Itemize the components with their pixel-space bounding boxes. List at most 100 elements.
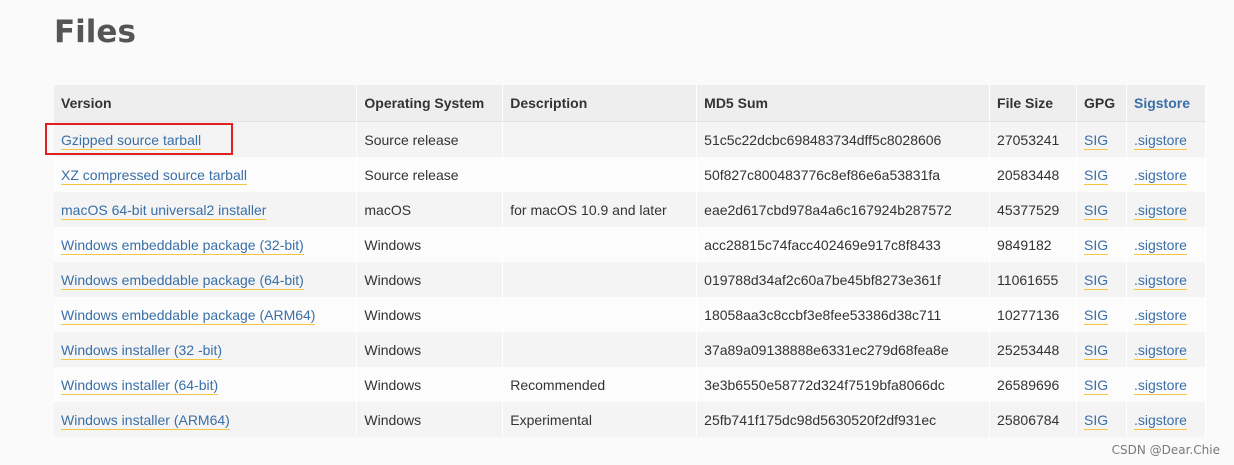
version-cell: Windows installer (ARM64) <box>54 402 358 437</box>
version-link[interactable]: Windows installer (64-bit) <box>61 376 219 395</box>
gpg-sig-link[interactable]: SIG <box>1084 376 1109 395</box>
version-link[interactable]: Windows installer (ARM64) <box>61 411 230 430</box>
md5-cell: 51c5c22dcbc698483734dff5c8028606 <box>704 131 942 148</box>
sigstore-cell: .sigstore <box>1126 367 1207 402</box>
gpg-cell: SIG <box>1076 297 1127 332</box>
sigstore-link[interactable]: .sigstore <box>1133 411 1187 430</box>
version-link[interactable]: Windows embeddable package (64-bit) <box>61 271 304 290</box>
md5-cell: 37a89a09138888e6331ec279d68fea8e <box>704 341 949 358</box>
header-sigstore: Sigstore <box>1126 85 1207 122</box>
table-row: Windows embeddable package (64-bit) Windo… <box>54 262 1207 297</box>
sigstore-link[interactable]: .sigstore <box>1133 271 1187 290</box>
description-cell <box>502 332 698 367</box>
size-cell: 45377529 <box>989 192 1077 227</box>
gpg-sig-link[interactable]: SIG <box>1084 341 1109 360</box>
table-row: Windows embeddable package (ARM64) Window… <box>54 297 1207 332</box>
version-cell: Windows embeddable package (64-bit) <box>54 262 358 297</box>
md5-cell: 019788d34af2c60a7be45bf8273e361f <box>696 262 991 297</box>
md5-cell: 25fb741f175dc98d5630520f2df931ec <box>696 402 991 437</box>
gpg-sig-link[interactable]: SIG <box>1084 131 1109 150</box>
gpg-cell: SIG <box>1076 332 1127 367</box>
os-cell: Source release <box>364 131 459 148</box>
md5-cell: 18058aa3c8ccbf3e8fee53386d38c711 <box>696 297 991 332</box>
md5-cell: 25fb741f175dc98d5630520f2df931ec <box>704 411 937 428</box>
header-operating-system: Operating System <box>356 85 504 122</box>
md5-cell: 3e3b6550e58772d324f7519bfa8066dc <box>704 376 945 393</box>
gpg-sig-link[interactable]: SIG <box>1084 411 1109 430</box>
file-size-cell: 45377529 <box>997 201 1060 218</box>
description-cell: for macOS 10.9 and later <box>502 192 698 227</box>
sigstore-header-link[interactable]: Sigstore <box>1134 95 1190 112</box>
sigstore-link[interactable]: .sigstore <box>1133 201 1187 220</box>
table-row: macOS 64-bit universal2 installer macOS fo… <box>54 192 1207 227</box>
os-cell: Windows <box>356 262 504 297</box>
version-link[interactable]: Windows embeddable package (ARM64) <box>61 306 316 325</box>
table-row: Windows installer (32 -bit) Windows 37a89a… <box>54 332 1207 367</box>
files-table: Version Operating System Description MD5… <box>54 85 1207 437</box>
version-link[interactable]: XZ compressed source tarball <box>61 166 247 185</box>
version-link[interactable]: Windows installer (32 -bit) <box>61 341 223 360</box>
os-cell: Windows <box>364 306 422 323</box>
description-cell: for macOS 10.9 and later <box>510 201 667 218</box>
version-link[interactable]: Gzipped source tarball <box>61 131 202 150</box>
size-cell: 11061655 <box>989 262 1077 297</box>
gpg-sig-link[interactable]: SIG <box>1084 201 1109 220</box>
size-cell: 25253448 <box>989 332 1077 367</box>
version-cell: Windows installer (32 -bit) <box>54 332 358 367</box>
sigstore-link[interactable]: .sigstore <box>1133 341 1187 360</box>
gpg-sig-link[interactable]: SIG <box>1084 166 1109 185</box>
table-row: Windows installer (ARM64) Windows Experime… <box>54 402 1207 437</box>
gpg-cell: SIG <box>1076 402 1127 437</box>
sigstore-link[interactable]: .sigstore <box>1133 236 1187 255</box>
gpg-sig-link[interactable]: SIG <box>1084 306 1109 325</box>
file-size-cell: 25253448 <box>997 341 1060 358</box>
description-cell <box>502 157 698 192</box>
md5-cell: eae2d617cbd978a4a6c167924b287572 <box>696 192 991 227</box>
gpg-sig-link[interactable]: SIG <box>1084 271 1109 290</box>
sigstore-link[interactable]: .sigstore <box>1133 306 1187 325</box>
md5-cell: acc28815c74facc402469e917c8f8433 <box>704 236 941 253</box>
version-link[interactable]: Windows embeddable package (32-bit) <box>61 236 304 255</box>
md5-cell: 37a89a09138888e6331ec279d68fea8e <box>696 332 991 367</box>
sigstore-link[interactable]: .sigstore <box>1133 166 1187 185</box>
description-cell <box>502 121 698 157</box>
header-gpg: GPG <box>1076 85 1127 122</box>
size-cell: 27053241 <box>989 121 1077 157</box>
md5-cell: 51c5c22dcbc698483734dff5c8028606 <box>696 121 991 157</box>
table-row: XZ compressed source tarball Source relea… <box>54 157 1207 192</box>
md5-cell: 3e3b6550e58772d324f7519bfa8066dc <box>696 367 991 402</box>
sigstore-cell: .sigstore <box>1126 332 1207 367</box>
os-cell: Source release <box>356 157 504 192</box>
os-cell: Windows <box>364 341 422 358</box>
gpg-cell: SIG <box>1076 192 1127 227</box>
header-md5-sum: MD5 Sum <box>696 85 991 122</box>
os-cell: Windows <box>364 236 422 253</box>
os-cell: Windows <box>356 297 504 332</box>
version-link[interactable]: macOS 64-bit universal2 installer <box>61 201 267 220</box>
sigstore-cell: .sigstore <box>1126 297 1207 332</box>
gpg-cell: SIG <box>1076 157 1127 192</box>
table-row: Windows embeddable package (32-bit) Windo… <box>54 227 1207 262</box>
size-cell: 10277136 <box>989 297 1077 332</box>
sigstore-link[interactable]: .sigstore <box>1133 131 1187 150</box>
os-cell: Windows <box>356 367 504 402</box>
description-cell <box>502 262 698 297</box>
header-file-size: File Size <box>989 85 1077 122</box>
description-cell <box>502 227 698 262</box>
version-cell: Windows embeddable package (ARM64) <box>54 297 358 332</box>
description-cell: Recommended <box>510 376 606 393</box>
sigstore-link[interactable]: .sigstore <box>1133 376 1187 395</box>
version-cell: Gzipped source tarball <box>54 121 358 157</box>
sigstore-cell: .sigstore <box>1126 121 1207 157</box>
file-size-cell: 10277136 <box>997 306 1060 323</box>
file-size-cell: 20583448 <box>997 166 1060 183</box>
md5-cell: 18058aa3c8ccbf3e8fee53386d38c711 <box>704 306 942 323</box>
md5-cell: 50f827c800483776c8ef86e6a53831fa <box>704 166 941 183</box>
file-size-cell: 27053241 <box>997 131 1060 148</box>
description-cell: Experimental <box>510 411 592 428</box>
sigstore-cell: .sigstore <box>1126 157 1207 192</box>
file-size-cell: 9849182 <box>997 236 1052 253</box>
description-cell: Recommended <box>502 367 698 402</box>
header-description: Description <box>502 85 698 122</box>
gpg-sig-link[interactable]: SIG <box>1084 236 1109 255</box>
